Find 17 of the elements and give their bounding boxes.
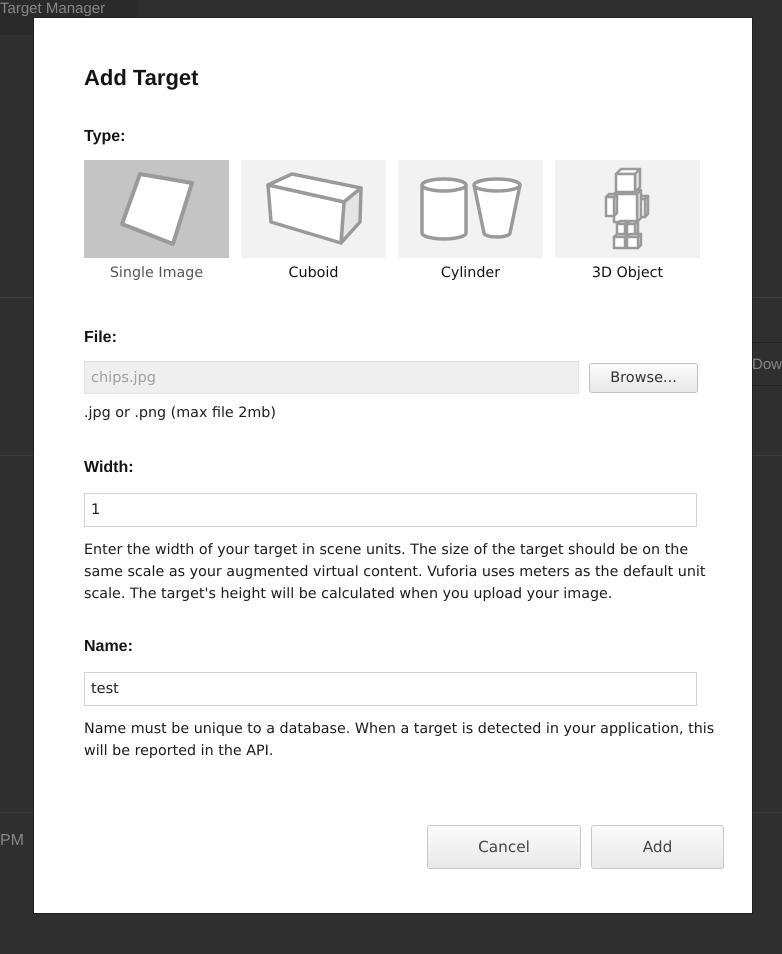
help-text: Enter the width of your target in scene units. The size of the target should be on the same scale as your augmented virtual content. Vuforia uses meters as the default unit scale. The target's height will be calculated when you upload your image. bbox=[84, 541, 707, 604]
dialog-title: Add Target bbox=[84, 64, 198, 92]
width-field[interactable]: 1 bbox=[84, 493, 697, 527]
row-button[interactable]: Dow bbox=[752, 342, 782, 386]
field-label: Type: bbox=[84, 127, 126, 147]
tilted-card-icon bbox=[118, 171, 194, 247]
cancel-button[interactable]: Cancel bbox=[427, 825, 581, 869]
help-text: Name must be unique to a database. When a target is detected in your application, this will be reported in the API. bbox=[84, 720, 716, 761]
row-time-text: PM bbox=[0, 832, 24, 849]
name-field[interactable]: test bbox=[84, 672, 697, 706]
file-hint-text: .jpg or .png (max file 2mb) bbox=[84, 404, 276, 423]
field-label: Width: bbox=[84, 458, 134, 478]
add-button[interactable]: Add bbox=[591, 825, 724, 869]
box-icon bbox=[264, 170, 364, 248]
field-label: File: bbox=[84, 328, 117, 348]
field-label: Name: bbox=[84, 637, 133, 657]
cylinder-and-cup-icon bbox=[418, 175, 523, 243]
